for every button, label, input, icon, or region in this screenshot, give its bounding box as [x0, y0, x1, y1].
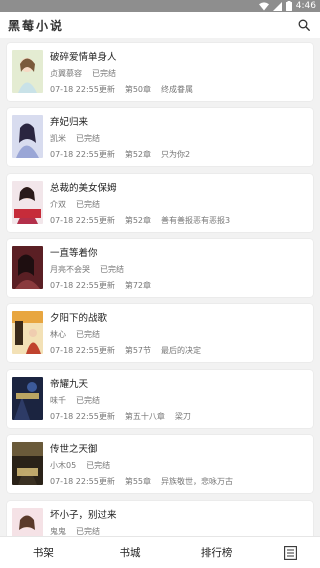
book-title: 总裁的美女保姆: [50, 183, 117, 194]
bottom-tab-bar: 书架 书城 排行榜: [0, 536, 320, 568]
book-chapter-title: 最后的决定: [161, 346, 202, 355]
book-updated: 07-18 22:55更新: [50, 412, 115, 421]
book-chapter: 第五十八章: [124, 412, 165, 421]
signal-icon: [272, 1, 282, 11]
book-status: 已完结: [76, 330, 100, 339]
book-status: 已完结: [76, 527, 100, 536]
book-status: 已完结: [100, 265, 124, 274]
tab-rankings[interactable]: 排行榜: [173, 545, 260, 560]
book-chapter: 第57节: [124, 346, 152, 355]
bookshelf-list: 破碎爱情单身人 贞翼慕容 已完结 07-18 22:55更新 第50章 终成眷属 弃妃…: [0, 38, 320, 536]
book-title: 坏小子，别过来: [50, 510, 117, 521]
book-card[interactable]: 一直等着你 月亮不会哭 已完结 07-18 22:55更新 第72章: [7, 239, 313, 297]
book-chapter-title: 终成眷属: [161, 85, 194, 94]
book-cover[interactable]: [12, 442, 43, 485]
book-cover[interactable]: [12, 508, 43, 536]
search-button[interactable]: [296, 17, 312, 33]
clock-time: 4:46: [295, 1, 316, 11]
book-status: 已完结: [86, 461, 111, 470]
book-cover[interactable]: [12, 50, 43, 93]
book-title: 传世之天御: [50, 444, 98, 455]
book-card[interactable]: 坏小子，别过来 鬼鬼 已完结: [7, 501, 313, 536]
book-updated: 07-18 22:55更新: [50, 281, 115, 290]
tab-label: 书城: [119, 547, 141, 559]
book-chapter-title: 梁刀: [174, 412, 191, 421]
book-chapter: 第52章: [124, 216, 152, 225]
book-author: 林心: [50, 330, 66, 339]
book-updated: 07-18 22:55更新: [50, 477, 115, 486]
battery-icon: [285, 1, 292, 11]
book-status: 已完结: [76, 200, 100, 209]
book-author: 介双: [50, 200, 66, 209]
book-title: 帝耀九天: [50, 379, 89, 390]
book-updated: 07-18 22:55更新: [50, 216, 115, 225]
book-author: 鬼鬼: [50, 527, 66, 536]
book-updated: 07-18 22:55更新: [50, 346, 115, 355]
book-chapter-title: 善有善报恶有恶报3: [161, 216, 231, 225]
status-bar: 4:46: [0, 0, 320, 12]
menu-button[interactable]: [260, 545, 320, 560]
book-chapter-title: 异族敬世，悲咏万古: [161, 477, 234, 486]
book-card[interactable]: 传世之天御 小木05 已完结 07-18 22:55更新 第55章 异族敬世，悲咏万古: [7, 435, 313, 493]
book-cover[interactable]: [12, 377, 43, 420]
book-cover[interactable]: [12, 311, 43, 354]
app-title: 黑莓小说: [8, 18, 65, 33]
book-author: 小木05: [50, 461, 77, 470]
book-cover[interactable]: [12, 246, 43, 289]
book-chapter: 第72章: [124, 281, 152, 290]
book-author: 凯米: [50, 134, 66, 143]
book-title: 一直等着你: [50, 248, 98, 259]
book-card[interactable]: 总裁的美女保姆 介双 已完结 07-18 22:55更新 第52章 善有善报恶有恶报3: [7, 174, 313, 232]
book-cover[interactable]: [12, 181, 43, 224]
book-author: 月亮不会哭: [50, 265, 90, 274]
book-cover[interactable]: [12, 115, 43, 158]
book-title: 破碎爱情单身人: [50, 52, 117, 63]
tab-label: 书架: [32, 547, 54, 559]
book-chapter: 第52章: [124, 150, 152, 159]
book-chapter: 第50章: [124, 85, 152, 94]
app-bar: 黑莓小说: [0, 12, 320, 38]
book-author: 贞翼慕容: [50, 69, 82, 78]
book-updated: 07-18 22:55更新: [50, 150, 115, 159]
book-status: 已完结: [76, 396, 100, 405]
book-card[interactable]: 帝耀九天 味千 已完结 07-18 22:55更新 第五十八章 梁刀: [7, 370, 313, 428]
tab-label: 排行榜: [200, 547, 233, 559]
book-chapter-title: 只为你2: [161, 150, 191, 159]
book-updated: 07-18 22:55更新: [50, 85, 115, 94]
book-author: 味千: [50, 396, 66, 405]
book-card[interactable]: 破碎爱情单身人 贞翼慕容 已完结 07-18 22:55更新 第50章 终成眷属: [7, 43, 313, 101]
menu-list-icon: [283, 545, 297, 560]
book-title: 弃妃归来: [50, 117, 89, 128]
book-title: 夕阳下的战歌: [50, 313, 108, 324]
tab-bookstore[interactable]: 书城: [87, 545, 174, 560]
book-chapter: 第55章: [124, 477, 152, 486]
tab-bookshelf[interactable]: 书架: [0, 545, 87, 560]
book-card[interactable]: 夕阳下的战歌 林心 已完结 07-18 22:55更新 第57节 最后的决定: [7, 304, 313, 362]
book-status: 已完结: [92, 69, 116, 78]
book-card[interactable]: 弃妃归来 凯米 已完结 07-18 22:55更新 第52章 只为你2: [7, 108, 313, 166]
search-icon: [298, 19, 310, 31]
wifi-icon: [258, 1, 269, 11]
book-status: 已完结: [76, 134, 100, 143]
